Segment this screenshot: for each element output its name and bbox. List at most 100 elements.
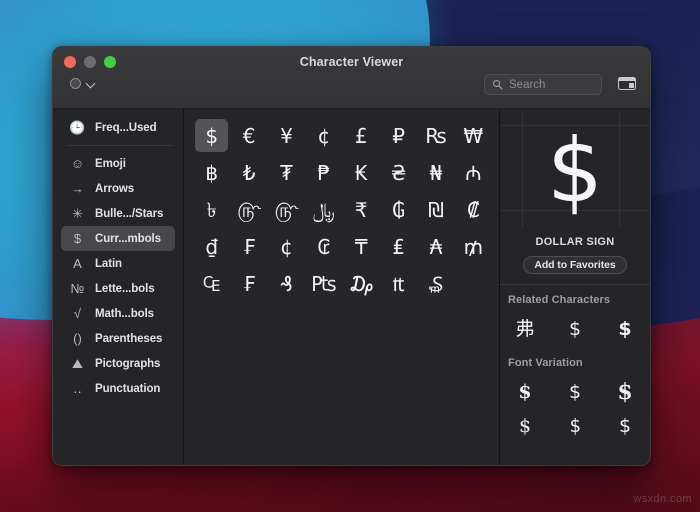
action-menu-button[interactable] <box>65 75 101 92</box>
character-cell[interactable]: ₷ <box>419 267 452 300</box>
detail-panel: $ DOLLAR SIGN Add to Favorites Related C… <box>500 109 650 465</box>
character-cell[interactable]: ₧ <box>307 267 340 300</box>
sidebar: 🕒 Freq...Used ☺ Emoji → Arrows ✳ Bulle..… <box>53 109 184 465</box>
radical-icon: √ <box>73 306 82 321</box>
sidebar-item-arrows[interactable]: → Arrows <box>61 176 175 201</box>
character-cell[interactable]: ₺ <box>233 156 266 189</box>
sidebar-item-punctuation[interactable]: ‥ Punctuation <box>61 376 175 401</box>
sidebar-item-label: Math...bols <box>95 307 154 320</box>
character-cell[interactable]: ₣ <box>233 230 266 263</box>
character-cell[interactable]: ₠ <box>195 267 228 300</box>
character-cell[interactable]: ₪ <box>419 193 452 226</box>
sidebar-item-label: Curr...mbols <box>95 232 161 245</box>
character-cell[interactable]: ¢ <box>270 230 303 263</box>
character-cell[interactable]: ₡ <box>457 193 490 226</box>
character-grid-pane: $ € ¥ ¢ £ ₽ ₨ ₩ ฿ ₺ ₮ ₱ ₭ ₴ ₦ ₼ ৳ ௹ ௹ ﷼ ₹ ₲ ₪ ₡ ₫ ₣ ¢ ₢ ₸ ₤ ₳ ₥ ₠ ₣ ₰ ₧ ₯ ₶ ₷ <box>184 109 500 465</box>
watermark: wsxdn.com <box>633 493 692 505</box>
character-viewer-window: Character Viewer Search 🕒 Freq...Used ☺ … <box>52 46 651 466</box>
character-cell[interactable]: ₳ <box>419 230 452 263</box>
character-cell[interactable]: ₰ <box>270 267 303 300</box>
smiley-icon: ☺ <box>70 156 85 171</box>
pictograph-icon: ⛰ <box>72 356 83 371</box>
sidebar-item-parentheses[interactable]: () Parentheses <box>61 326 175 351</box>
character-cell[interactable]: ₹ <box>345 193 378 226</box>
related-character[interactable]: 弗 <box>515 319 534 339</box>
font-variation-character[interactable]: $ <box>569 382 581 402</box>
character-cell[interactable]: € <box>233 119 266 152</box>
window-titlebar: Character Viewer Search <box>53 47 650 109</box>
font-variation-character[interactable]: $ <box>519 416 531 436</box>
window-body: 🕒 Freq...Used ☺ Emoji → Arrows ✳ Bulle..… <box>53 109 650 465</box>
font-variation-character[interactable]: $ <box>518 382 531 402</box>
panel-toggle-button[interactable] <box>616 74 638 93</box>
character-cell[interactable]: ₶ <box>382 267 415 300</box>
sidebar-item-frequently-used[interactable]: 🕒 Freq...Used <box>61 115 175 140</box>
clock-icon: 🕒 <box>69 120 86 135</box>
character-cell[interactable]: ₮ <box>270 156 303 189</box>
sidebar-item-currency-symbols[interactable]: $ Curr...mbols <box>61 226 175 251</box>
search-placeholder: Search <box>509 78 546 91</box>
search-icon <box>492 79 503 90</box>
character-cell[interactable]: ₼ <box>457 156 490 189</box>
sidebar-item-label: Bulle.../Stars <box>95 207 164 220</box>
font-variation-row: $ $ $ <box>500 375 650 409</box>
gear-icon <box>70 78 81 89</box>
sidebar-item-letterlike-symbols[interactable]: № Lette...bols <box>61 276 175 301</box>
chevron-down-icon <box>87 79 96 88</box>
font-variation-character[interactable]: $ <box>619 416 631 436</box>
character-cell[interactable]: ₭ <box>345 156 378 189</box>
sidebar-item-pictographs[interactable]: ⛰ Pictographs <box>61 351 175 376</box>
character-preview: $ <box>500 113 650 228</box>
sidebar-item-emoji[interactable]: ☺ Emoji <box>61 151 175 176</box>
related-characters-row: 弗 $ $ <box>500 312 650 346</box>
character-cell[interactable]: ₯ <box>345 267 378 300</box>
sidebar-separator <box>67 145 173 146</box>
character-cell[interactable]: ₣ <box>233 267 266 300</box>
sidebar-item-bullets-stars[interactable]: ✳ Bulle.../Stars <box>61 201 175 226</box>
sidebar-item-label: Lette...bols <box>95 282 155 295</box>
character-cell[interactable]: ₱ <box>307 156 340 189</box>
search-field[interactable]: Search <box>484 74 602 95</box>
character-cell[interactable]: ₩ <box>457 119 490 152</box>
font-variation-character[interactable]: $ <box>617 381 632 403</box>
sidebar-item-label: Pictographs <box>95 357 161 370</box>
character-cell[interactable]: ₨ <box>419 119 452 152</box>
related-character[interactable]: $ <box>618 319 631 339</box>
character-cell[interactable]: ৳ <box>195 193 228 226</box>
character-cell[interactable]: ௹ <box>270 193 303 226</box>
sidebar-item-label: Arrows <box>95 182 135 195</box>
related-characters-heading: Related Characters <box>500 284 650 312</box>
character-cell[interactable]: ¢ <box>307 119 340 152</box>
sidebar-item-latin[interactable]: A Latin <box>61 251 175 276</box>
font-variation-character[interactable]: $ <box>569 416 580 436</box>
letter-a-icon: A <box>73 256 82 271</box>
dollar-icon: $ <box>73 231 82 246</box>
font-variation-heading: Font Variation <box>508 357 583 369</box>
character-cell[interactable]: ₸ <box>345 230 378 263</box>
character-cell[interactable]: ₽ <box>382 119 415 152</box>
sidebar-item-label: Freq...Used <box>95 121 157 134</box>
asterisk-icon: ✳ <box>72 206 83 221</box>
character-cell[interactable]: ¥ <box>270 119 303 152</box>
sidebar-item-label: Latin <box>95 257 122 270</box>
character-cell[interactable]: ﷼ <box>307 193 340 226</box>
character-cell[interactable]: ₦ <box>419 156 452 189</box>
character-cell[interactable]: ௹ <box>233 193 266 226</box>
related-character[interactable]: $ <box>569 319 581 339</box>
character-cell[interactable]: ₢ <box>307 230 340 263</box>
character-cell[interactable]: $ <box>195 119 229 152</box>
character-cell[interactable]: £ <box>345 119 378 152</box>
character-cell[interactable]: ₫ <box>195 230 228 263</box>
character-cell[interactable]: ₤ <box>382 230 415 263</box>
favorites-row: Add to Favorites <box>500 256 650 274</box>
add-to-favorites-button[interactable]: Add to Favorites <box>523 256 627 274</box>
character-cell[interactable]: ₲ <box>382 193 415 226</box>
character-name: DOLLAR SIGN <box>535 236 615 248</box>
character-cell[interactable]: ₴ <box>382 156 415 189</box>
character-cell[interactable]: ฿ <box>195 156 228 189</box>
sidebar-item-label: Parentheses <box>95 332 163 345</box>
character-grid: $ € ¥ ¢ £ ₽ ₨ ₩ ฿ ₺ ₮ ₱ ₭ ₴ ₦ ₼ ৳ ௹ ௹ ﷼ ₹ ₲ ₪ ₡ ₫ ₣ ¢ ₢ ₸ ₤ ₳ ₥ ₠ ₣ ₰ ₧ ₯ ₶ ₷ <box>193 117 492 302</box>
window-panel-icon <box>618 77 636 90</box>
sidebar-item-math-symbols[interactable]: √ Math...bols <box>61 301 175 326</box>
character-cell[interactable]: ₥ <box>457 230 490 263</box>
